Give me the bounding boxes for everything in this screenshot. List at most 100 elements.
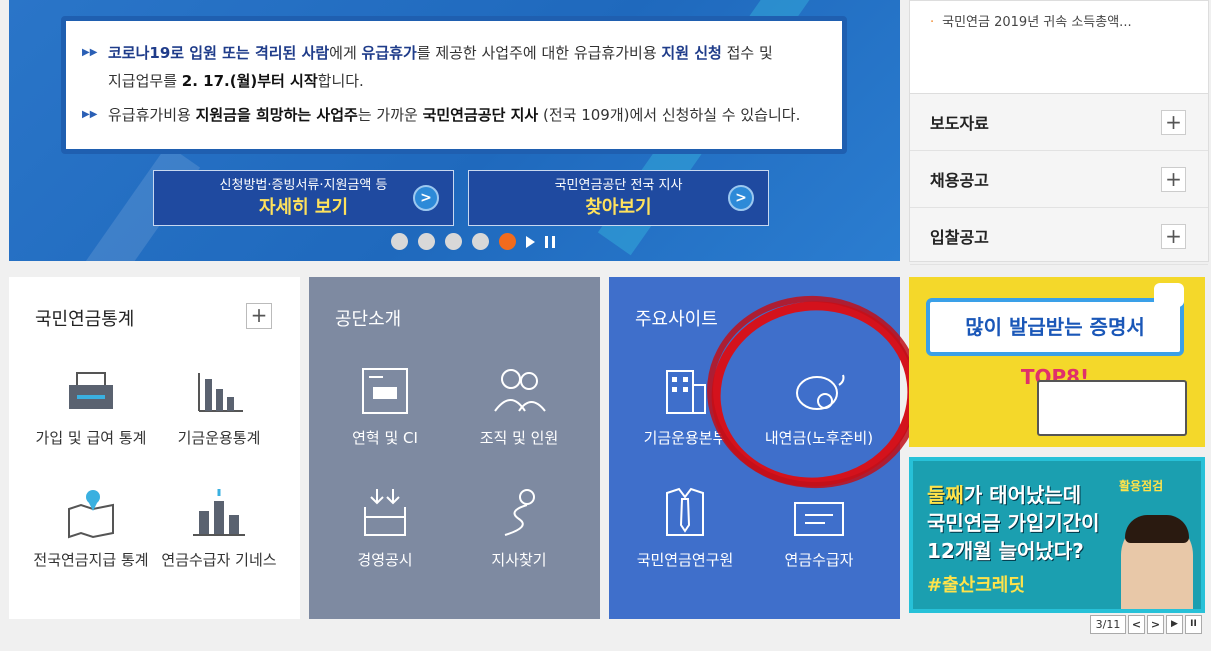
arrow-right-icon: > xyxy=(413,185,439,211)
tile-item-label: 기금운용통계 xyxy=(177,429,261,447)
drawer-icon xyxy=(364,489,406,536)
tile-item-label: 연금수급자 기네스 xyxy=(161,551,277,569)
tile-item-fund-stats[interactable]: 기금운용통계 xyxy=(149,369,289,448)
board-item-text: 국민연금 2019년 귀속 소득총액... xyxy=(942,15,1132,30)
ad-count: 3/11 xyxy=(1090,615,1126,634)
ad-text: 12개월 늘어났다? xyxy=(927,539,1084,563)
button-label: 찾아보기 xyxy=(585,197,652,218)
tile-item-organization[interactable]: 조직 및 인원 xyxy=(449,365,589,448)
ad-hashtag: #출산크레딧 xyxy=(927,575,1025,596)
slide-dot-4[interactable] xyxy=(472,233,489,250)
next-icon[interactable]: > xyxy=(1147,615,1164,634)
printer-icon xyxy=(69,372,113,409)
find-branch-button[interactable]: 국민연금공단 전국 지사 찾아보기 > xyxy=(468,170,769,226)
notice-text: 국민연금공단 지사 xyxy=(422,106,539,124)
slide-dot-1[interactable] xyxy=(391,233,408,250)
notice-text: 를 제공한 사업주에 대한 유급휴가비용 xyxy=(416,44,662,62)
tile-item-label: 조직 및 인원 xyxy=(479,429,559,447)
arrow-right-icon: > xyxy=(728,185,754,211)
tile-item-disclosure[interactable]: 경영공시 xyxy=(315,485,455,570)
plus-icon[interactable]: + xyxy=(1161,224,1186,249)
bullet-icon: ▶▶ xyxy=(82,109,98,120)
plus-icon[interactable]: + xyxy=(246,303,272,329)
notice-box: ▶▶ 코로나19로 입원 또는 격리된 사람에게 유급휴가를 제공한 사업주에 … xyxy=(61,16,847,154)
ad-text: 가 태어났는데 xyxy=(963,483,1082,507)
bullet-icon: ▶▶ xyxy=(82,47,98,58)
notice-text: 지급업무를 xyxy=(108,72,182,90)
thumbs-up-icon xyxy=(1154,283,1184,307)
tile-item-label: 전국연금지급 통계 xyxy=(33,551,149,569)
ad-text-block: 둘째가 태어났는데 국민연금 가입기간이 12개월 늘어났다? xyxy=(927,481,1100,565)
tile-item-label: 경영공시 xyxy=(357,551,413,569)
button-subtitle: 신청방법·증빙서류·지원금액 등 xyxy=(219,178,388,193)
notice-text: 코로나19로 입원 또는 격리된 사람 xyxy=(108,44,330,62)
tile-item-recipients[interactable]: 연금수급자 xyxy=(749,485,889,570)
tile-item-enroll-stats[interactable]: 가입 및 급여 통계 xyxy=(21,369,161,448)
tile-item-label: 가입 및 급여 통계 xyxy=(35,429,147,447)
route-pin-icon xyxy=(504,489,535,536)
certificate-ad-banner[interactable]: 많이 발급받는 증명서 TOP8! xyxy=(909,277,1205,447)
highlight-circle xyxy=(707,295,921,489)
notice-text: 에게 xyxy=(329,44,362,62)
news-board: · 국민연금 2019년 귀속 소득총액... 보도자료 + 채용공고 + 입찰공… xyxy=(909,0,1209,265)
ad-text: 둘째 xyxy=(927,483,964,507)
tile-item-label: 국민연금연구원 xyxy=(636,551,734,569)
notice-text: 유급휴가비용 xyxy=(108,106,196,124)
ad-badge: 많이 발급받는 증명서 TOP8! xyxy=(926,298,1184,389)
notice-text: 지원금을 희망하는 사업주 xyxy=(195,106,358,124)
ad-corner-label: 활용점검 xyxy=(1119,479,1164,493)
notice-text: 합니다. xyxy=(317,72,364,90)
plus-icon[interactable]: + xyxy=(1161,110,1186,135)
people-icon xyxy=(494,369,546,412)
pause-icon[interactable]: II xyxy=(1185,615,1202,634)
laptop-illustration xyxy=(1037,380,1187,436)
pause-icon[interactable] xyxy=(545,235,555,248)
plus-icon[interactable]: + xyxy=(1161,167,1186,192)
tile-item-label: 지사찾기 xyxy=(491,551,547,569)
about-tile: 공단소개 연혁 및 CI 조직 및 인원 경영공시 지사찾기 xyxy=(309,277,600,619)
tile-item-history[interactable]: 연혁 및 CI xyxy=(315,365,455,448)
board-top-item[interactable]: · 국민연금 2019년 귀속 소득총액... xyxy=(910,1,1208,94)
ad-pager: 3/11 < > ▶ II xyxy=(1090,615,1204,634)
prev-icon[interactable]: < xyxy=(1128,615,1145,634)
tile-title: 공단소개 xyxy=(335,309,402,330)
button-label: 자세히 보기 xyxy=(258,197,349,218)
slide-dot-2[interactable] xyxy=(418,233,435,250)
board-row-recruit[interactable]: 채용공고 + xyxy=(910,151,1208,208)
notice-text: 접수 및 xyxy=(721,44,773,62)
tile-item-label: 연금수급자 xyxy=(784,551,854,569)
notice-line: ▶▶ 코로나19로 입원 또는 격리된 사람에게 유급휴가를 제공한 사업주에 … xyxy=(82,39,826,95)
board-row-bid[interactable]: 입찰공고 + xyxy=(910,208,1208,265)
ad-text: 국민연금 가입기간이 xyxy=(927,511,1100,535)
tile-title: 국민연금통계 xyxy=(35,309,135,330)
tile-item-nationwide-stats[interactable]: 전국연금지급 통계 xyxy=(21,487,161,570)
board-row-label: 보도자료 xyxy=(930,114,989,133)
notice-text: 2. 17.(월)부터 시작 xyxy=(181,72,318,90)
board-row-label: 입찰공고 xyxy=(930,228,989,247)
notice-text: 는 가까운 xyxy=(357,106,423,124)
slide-indicators xyxy=(391,233,555,250)
birth-credit-ad-banner[interactable]: 둘째가 태어났는데 국민연금 가입기간이 12개월 늘어났다? #출산크레딧 활… xyxy=(909,457,1205,613)
ad-text: 많이 발급받는 증명서 xyxy=(965,315,1145,339)
play-icon[interactable]: ▶ xyxy=(1166,615,1183,634)
play-icon[interactable] xyxy=(526,235,535,248)
slide-dot-3[interactable] xyxy=(445,233,462,250)
tile-item-label: 연혁 및 CI xyxy=(352,429,418,447)
slide-dot-5[interactable] xyxy=(499,233,516,250)
bar-chart-icon xyxy=(198,373,243,412)
person-hair xyxy=(1125,515,1189,543)
notice-text: 유급휴가 xyxy=(361,44,417,62)
map-pin-icon xyxy=(68,490,114,539)
notice-line: ▶▶ 유급휴가비용 지원금을 희망하는 사업주는 가까운 국민연금공단 지사 (… xyxy=(82,101,826,129)
board-row-press[interactable]: 보도자료 + xyxy=(910,94,1208,151)
button-subtitle: 국민연금공단 전국 지사 xyxy=(554,178,683,193)
board-row-label: 채용공고 xyxy=(930,171,989,190)
details-button[interactable]: 신청방법·증빙서류·지원금액 등 자세히 보기 > xyxy=(153,170,454,226)
podium-icon xyxy=(193,489,245,536)
notice-text: (전국 109개)에서 신청하실 수 있습니다. xyxy=(538,106,801,124)
tile-item-branch-finder[interactable]: 지사찾기 xyxy=(449,485,589,570)
stats-tile: 국민연금통계 + 가입 및 급여 통계 기금운용통계 전국연금지급 통계 연금수… xyxy=(9,277,300,619)
bullet-icon: · xyxy=(930,15,935,30)
tile-item-guinness[interactable]: 연금수급자 기네스 xyxy=(149,487,289,570)
tile-item-research[interactable]: 국민연금연구원 xyxy=(615,485,755,570)
